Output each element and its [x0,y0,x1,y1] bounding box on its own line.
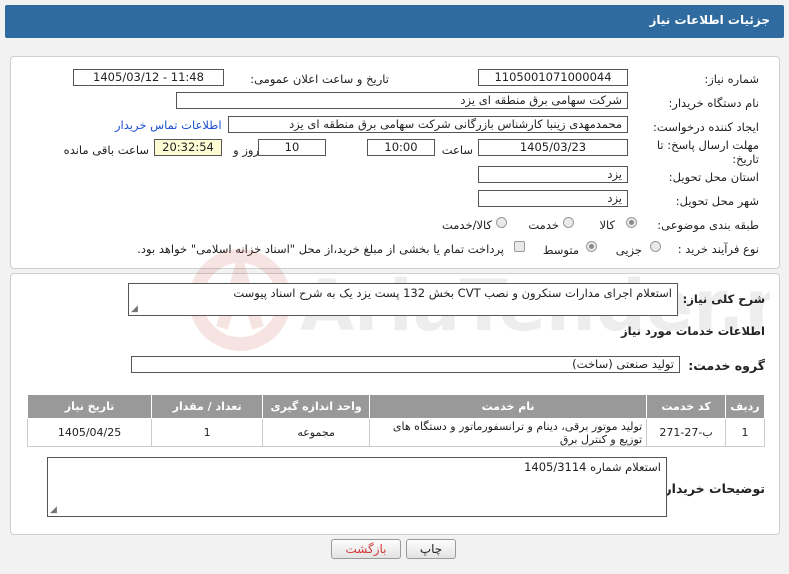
need-number-label: شماره نیاز: [704,72,759,86]
province-label: استان محل تحویل: [668,170,759,184]
process-option-minor: جزیی [615,243,642,257]
process-radio-minor[interactable] [650,241,661,252]
col-quantity: تعداد / مقدار [151,394,264,419]
category-label: طبقه بندی موضوعی: [657,218,759,232]
cell-unit: مجموعه [262,418,370,447]
buyer-contact-link[interactable]: اطلاعات تماس خریدار [115,118,222,132]
buyer-notes-label: توضیحات خریدار: [659,481,765,496]
announce-datetime-label: تاریخ و ساعت اعلان عمومی: [250,72,389,86]
remaining-label: ساعت باقی مانده [63,143,149,157]
service-group-label: گروه خدمت: [688,358,765,373]
cell-need-date: 1405/04/25 [26,418,153,447]
page-title: جزئیات اطلاعات نیاز [649,13,770,27]
page-header: جزئیات اطلاعات نیاز [5,5,784,38]
treasury-note: پرداخت تمام یا بخشی از مبلغ خرید،از محل … [137,242,504,256]
table-row: 1 ب-27-271 تولید موتور برقی، دینام و ترا… [26,418,766,447]
service-group-field: تولید صنعتی (ساخت) [131,356,680,373]
process-option-medium: متوسط [542,243,579,257]
treasury-checkbox[interactable] [514,241,525,252]
back-button[interactable]: بازگشت [331,539,401,559]
col-need-date: تاریخ نیاز [26,394,153,419]
process-type-label: نوع فرآیند خرید : [677,242,759,256]
requester-field: محمدمهدی زینبا کارشناس بازرگانی شرکت سها… [228,116,628,133]
table-header-row: ردیف کد خدمت نام خدمت واحد اندازه گیری ت… [26,394,766,419]
category-radio-service[interactable] [563,217,574,228]
summary-label: شرح کلی نیاز: [682,292,765,306]
category-radio-goods[interactable] [626,217,637,228]
summary-textarea: استعلام اجرای مدارات سنکرون و نصب CVT بخ… [128,283,678,316]
province-field: یزد [478,166,628,183]
announce-datetime-field: 1405/03/12 - 11:48 [73,69,224,86]
services-table: ردیف کد خدمت نام خدمت واحد اندازه گیری ت… [26,394,766,447]
summary-text: استعلام اجرای مدارات سنکرون و نصب CVT بخ… [233,286,672,300]
col-row-number: ردیف [724,394,766,419]
col-unit: واحد اندازه گیری [262,394,370,419]
deadline-time-field: 10:00 [367,139,435,156]
category-option-goods-service: کالا/خدمت [441,218,492,232]
col-service-code: کد خدمت [646,394,726,419]
resize-handle-icon[interactable]: ◢ [131,304,138,314]
days-field: 10 [258,139,326,156]
city-label: شهر محل تحویل: [675,194,759,208]
buyer-org-label: نام دستگاه خریدار: [668,96,759,110]
buyer-notes-text: استعلام شماره 1405/3114 [524,460,661,474]
buyer-org-field: شرکت سهامی برق منطقه ای یزد [176,92,628,109]
print-button[interactable]: چاپ [406,539,456,559]
category-option-service: خدمت [528,218,559,232]
remaining-time-field: 20:32:54 [154,139,222,156]
requester-label: ایجاد کننده درخواست: [653,120,759,134]
category-option-goods: کالا [599,218,615,232]
need-number-field: 1105001071000044 [478,69,628,86]
buyer-notes-textarea: استعلام شماره 1405/3114 ◢ [47,457,667,517]
category-radio-goods-service[interactable] [496,217,507,228]
deadline-label: مهلت ارسال پاسخ: تا تاریخ: [656,138,759,166]
process-radio-medium[interactable] [586,241,597,252]
deadline-date-field: 1405/03/23 [478,139,628,156]
city-field: یزد [478,190,628,207]
col-service-name: نام خدمت [368,394,648,419]
cell-service-name: تولید موتور برقی، دینام و ترانسفورماتور … [368,418,648,447]
resize-handle-icon[interactable]: ◢ [50,505,57,515]
days-label: روز و [233,143,259,157]
cell-row-number: 1 [724,418,766,447]
hour-label: ساعت [441,143,473,157]
cell-quantity: 1 [151,418,264,447]
services-info-heading: اطلاعات خدمات مورد نیاز [621,324,765,338]
cell-service-code: ب-27-271 [646,418,726,447]
